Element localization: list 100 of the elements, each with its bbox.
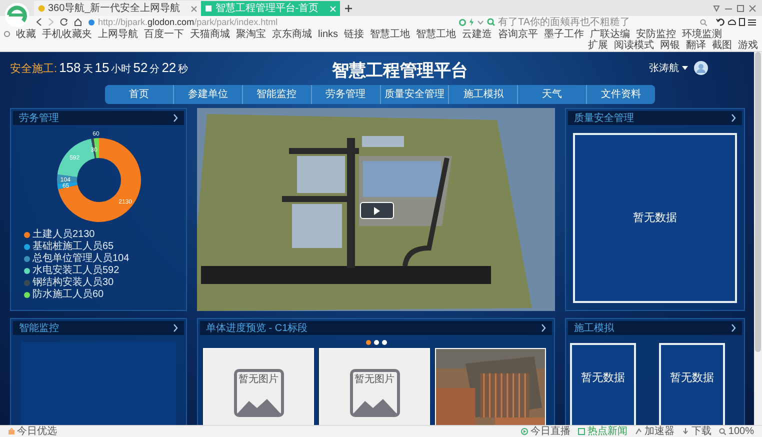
browser-tab[interactable]: 360导航_新一代安全上网导航	[34, 1, 202, 16]
scrollbar[interactable]	[754, 52, 762, 425]
bookmark-link[interactable]: 智慧工地	[416, 28, 456, 40]
bookmark-link[interactable]: 聚淘宝	[236, 28, 266, 40]
play-icon	[374, 206, 380, 214]
nav-item[interactable]: 天气	[517, 85, 586, 104]
legend-label: 防水施工人员	[32, 289, 92, 300]
caret-down-icon	[682, 66, 688, 70]
bookmark-link[interactable]: 环境监测	[682, 28, 722, 40]
avatar-icon[interactable]	[694, 61, 708, 75]
chevron-right-icon[interactable]	[173, 324, 178, 332]
bookmark-link[interactable]: 云建造	[462, 28, 492, 40]
page-title: 智慧工程管理平台	[330, 60, 469, 82]
nav-item[interactable]: 施工模拟	[448, 85, 518, 104]
chevron-right-icon[interactable]	[731, 324, 736, 332]
bookmark-link[interactable]: links	[318, 28, 338, 40]
undo-icon[interactable]	[716, 18, 725, 26]
legend-value: 60	[92, 289, 104, 300]
bookmark-link[interactable]: 上网导航	[98, 28, 138, 40]
zoom-icon	[719, 428, 726, 435]
timer-value: 158	[59, 59, 81, 78]
bookmark-link[interactable]: 墨子工作	[544, 28, 584, 40]
nav-item[interactable]: 文件资料	[586, 85, 655, 104]
play-button[interactable]	[360, 202, 394, 219]
search-field[interactable]: 有了TA你的面颊再也不粗糙了	[487, 16, 707, 28]
cloud-icon[interactable]	[728, 18, 736, 26]
status-link[interactable]: 加速器	[644, 426, 674, 436]
dropdown-icon[interactable]	[477, 18, 484, 26]
nav-item[interactable]: 质量安全管理	[380, 85, 448, 104]
site-icon	[88, 18, 95, 26]
user-name: 张涛航	[649, 62, 679, 76]
bookmark-link[interactable]: 链接	[344, 28, 364, 40]
toolbar-button[interactable]: 阅读模式	[614, 40, 654, 50]
toolbar-button[interactable]: 游戏	[738, 40, 758, 50]
tab-favicon-icon	[38, 5, 45, 12]
address-bar[interactable]: http://bjpark.glodon.com/park/park/index.html	[88, 16, 388, 28]
gift-icon	[8, 428, 15, 435]
legend-label: 总包单位管理人员	[32, 253, 112, 264]
nav-item[interactable]: 劳务管理	[310, 85, 380, 104]
maximize-icon[interactable]	[737, 4, 744, 12]
scrollbar-thumb[interactable]	[755, 52, 761, 352]
status-link[interactable]: 今日优选	[17, 426, 57, 436]
nav-item[interactable]: 参建单位	[172, 85, 242, 104]
image-card[interactable]: 暂无图片	[319, 348, 430, 425]
bookmark-link[interactable]: 智慧工地	[370, 28, 410, 40]
close-icon[interactable]	[191, 6, 198, 12]
chevron-right-icon[interactable]	[731, 114, 736, 122]
phone-icon[interactable]	[739, 18, 745, 26]
legend-value: 104	[112, 253, 130, 264]
placeholder-caption: 暂无图片	[354, 375, 394, 385]
new-tab-icon[interactable]	[344, 4, 352, 12]
timer-label: 安全施工:	[10, 62, 58, 78]
bookmark-link[interactable]: 收藏	[16, 28, 36, 40]
timer-value: 52	[133, 59, 148, 78]
timer-unit: 小时	[111, 62, 132, 78]
chevron-right-icon[interactable]	[541, 324, 546, 332]
bookmark-link[interactable]: 京东商城	[272, 28, 312, 40]
timer-unit: 分	[150, 63, 160, 78]
tab-title: 智慧工程管理平台-首页	[215, 4, 319, 14]
toolbar-button[interactable]: 网银	[660, 40, 680, 50]
download-icon	[682, 428, 690, 435]
bookmark-link[interactable]: 手机收藏夹	[42, 28, 92, 40]
legend-label: 钢结构安装人员	[32, 277, 102, 288]
panel-title: 质量安全管理	[574, 112, 634, 126]
tab-title: 360导航_新一代安全上网导航	[48, 4, 180, 14]
bookmark-link[interactable]: 天猫商城	[190, 28, 230, 40]
status-link[interactable]: 下载	[691, 426, 712, 436]
search-icon[interactable]	[700, 18, 707, 26]
panel-title: 施工模拟	[574, 322, 614, 336]
back-icon[interactable]	[36, 18, 42, 26]
mountain-icon	[352, 396, 396, 414]
status-link[interactable]: 今日直播	[530, 426, 570, 436]
bookmark-toggle-icon[interactable]	[4, 31, 10, 37]
bookmark-link[interactable]: 安防监控	[636, 28, 676, 40]
close-icon[interactable]	[749, 4, 756, 12]
panel-title: 劳务管理	[19, 112, 59, 126]
image-card[interactable]: 暂无图片	[203, 348, 314, 425]
toolbar-button[interactable]: 翻译	[686, 40, 706, 50]
empty-state-text: 暂无数据	[581, 371, 625, 386]
empty-state-text: 暂无数据	[633, 210, 677, 226]
bookmark-link[interactable]: 咨询京平	[498, 28, 538, 40]
legend-value: 2130	[72, 229, 95, 240]
status-link[interactable]: 100%	[728, 426, 754, 436]
toolbar-button[interactable]: 截图	[712, 40, 732, 50]
timer-value: 22	[162, 59, 176, 78]
reload-icon[interactable]	[60, 18, 68, 26]
toolbar-button[interactable]: 扩展	[588, 40, 608, 50]
chevron-right-icon[interactable]	[173, 114, 178, 122]
home-icon[interactable]	[74, 18, 82, 26]
tab-favicon-icon	[205, 5, 212, 12]
menu-icon[interactable]	[748, 18, 756, 26]
nav-item[interactable]: 智能监控	[242, 85, 311, 104]
bookmark-link[interactable]: 百度一下	[144, 28, 184, 40]
nav-item[interactable]: 首页	[105, 85, 173, 104]
user-menu[interactable]: 张涛航	[649, 60, 688, 76]
placeholder-caption: 暂无图片	[238, 375, 278, 385]
legend-value: 30	[102, 277, 114, 288]
bookmark-link[interactable]: 广联达编	[590, 28, 630, 40]
timer-unit: 天	[82, 63, 93, 78]
empty-state-text: 暂无数据	[670, 371, 714, 386]
